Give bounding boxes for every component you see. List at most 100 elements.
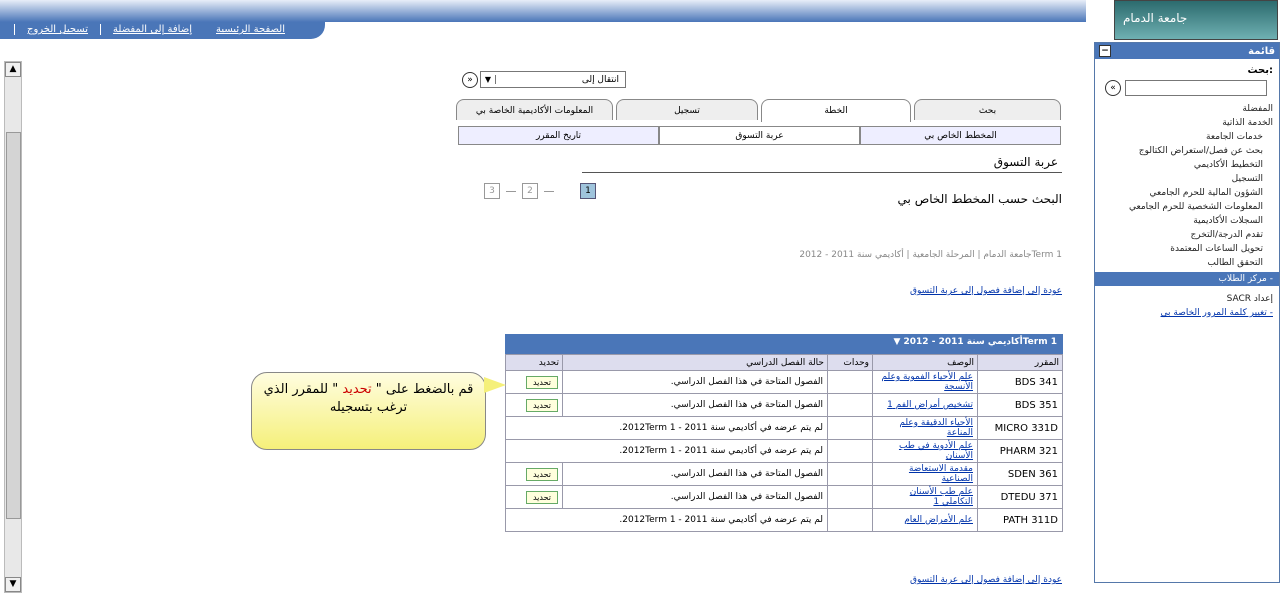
top-links: الصفحة الرئيسية إضافة إلى المفضلة تسجيل …	[14, 24, 297, 35]
status-cell: الفصول المتاحة في هذا الفصل الدراسي.	[562, 370, 828, 394]
units-cell	[827, 462, 873, 486]
tab-plan[interactable]: الخطة	[761, 99, 911, 122]
menu-item-transfer-credit[interactable]: تحويل الساعات المعتمدة	[1095, 242, 1279, 256]
subtab-shopping-cart[interactable]: عربة التسوق	[659, 126, 860, 144]
select-cell: تحديد	[505, 370, 563, 394]
page-title: عربة التسوق	[993, 155, 1058, 169]
course-code: SDEN 361	[977, 462, 1063, 486]
table-row: تحديد الفصول المتاحة في هذا الفصل الدراس…	[505, 393, 1063, 417]
course-description-link[interactable]: علم الأحياء الفموية وعلم الأنسجة	[872, 370, 978, 394]
menu-title: قائمة	[1248, 45, 1275, 57]
table-row: تحديد الفصول المتاحة في هذا الفصل الدراس…	[505, 462, 1063, 486]
back-link-top[interactable]: عودة إلى إضافة فصول إلى عربة التسوق	[910, 286, 1062, 296]
menu-header: قائمة −	[1095, 43, 1279, 59]
back-link-bottom[interactable]: عودة إلى إضافة فصول إلى عربة التسوق	[910, 575, 1062, 585]
add-favorites-link[interactable]: إضافة إلى المفضلة	[100, 24, 204, 35]
select-button[interactable]: تحديد	[525, 375, 558, 389]
menu-item-student-verification[interactable]: التحقق الطالب	[1095, 256, 1279, 270]
menu-item-enrollment[interactable]: التسجيل	[1095, 172, 1279, 186]
course-description-link[interactable]: علم الأمراض العام	[872, 508, 978, 532]
scroll-up-icon[interactable]: ▲	[5, 62, 21, 77]
table-row: تحديد الفصول المتاحة في هذا الفصل الدراس…	[505, 485, 1063, 509]
header-description: الوصف	[872, 354, 978, 371]
header-units: وحدات	[827, 354, 873, 371]
callout-pointer	[484, 377, 506, 393]
menu-item-self-service[interactable]: الخدمة الذاتية	[1095, 116, 1279, 130]
home-link[interactable]: الصفحة الرئيسية	[204, 24, 297, 35]
table-caption: ▼ أكاديمي سنة 2011 - 2012Term 1	[505, 334, 1063, 354]
side-menu: قائمة − بحث: « المفضلة الخدمة الذاتية خدم…	[1094, 42, 1280, 583]
top-banner	[0, 0, 1086, 22]
jump-select-value: انتقال إلى	[581, 74, 619, 85]
jump-select[interactable]: انتقال إلى ▼	[480, 71, 626, 88]
table-header-row: تحديد حالة الفصل الدراسي وحدات الوصف الم…	[505, 354, 1063, 371]
units-cell	[827, 416, 873, 440]
units-cell	[827, 485, 873, 509]
scroll-down-icon[interactable]: ▼	[5, 577, 21, 592]
course-description-link[interactable]: الأحياء الدقيقة وعلم المناعة	[872, 416, 978, 440]
callout-text-start: قم بالضغط على "	[371, 382, 474, 397]
subtab-my-planner[interactable]: المخطط الخاص بي	[860, 126, 1061, 144]
menu-item-campus-finances[interactable]: الشؤون المالية للحرم الجامعي	[1095, 186, 1279, 200]
scroll-thumb[interactable]	[6, 132, 21, 519]
header-select: تحديد	[505, 354, 563, 371]
menu-item-degree-progress[interactable]: تقدم الدرجة/التخرج	[1095, 228, 1279, 242]
status-cell: الفصول المتاحة في هذا الفصل الدراسي.	[562, 393, 828, 417]
course-description-link[interactable]: مقدمة الاستعاضة الصناعية	[872, 462, 978, 486]
menu-item-favorites[interactable]: المفضلة	[1095, 102, 1279, 116]
course-description-link[interactable]: علم الأدوية في طب الأسنان	[872, 439, 978, 463]
menu-item-sacr-setup[interactable]: إعداد SACR	[1095, 292, 1279, 306]
menu-item-academic-planning[interactable]: التخطيط الأكاديمي	[1095, 158, 1279, 172]
instruction-callout: قم بالضغط على " تحديد " للمقرر الذي ترغب…	[251, 372, 486, 450]
select-button[interactable]: تحديد	[525, 467, 558, 481]
collapse-icon[interactable]: −	[1099, 45, 1111, 57]
menu-search-label: بحث:	[1247, 65, 1273, 76]
menu-item-academic-records[interactable]: السجلات الأكاديمية	[1095, 214, 1279, 228]
vertical-scrollbar[interactable]: ▲ ▼	[4, 61, 22, 593]
table-row: تحديد الفصول المتاحة في هذا الفصل الدراس…	[505, 370, 1063, 394]
search-title: البحث حسب المخطط الخاص بي	[897, 192, 1062, 206]
menu-item-student-center[interactable]: - مركز الطلاب	[1095, 272, 1279, 286]
course-code: DTEDU 371	[977, 485, 1063, 509]
status-cell: الفصول المتاحة في هذا الفصل الدراسي.	[562, 462, 828, 486]
tab-search[interactable]: بحث	[914, 99, 1061, 120]
sub-tabs: المخطط الخاص بي عربة التسوق تاريخ المقرر	[458, 126, 1061, 145]
step-2: 2	[522, 183, 538, 199]
title-divider	[582, 172, 1062, 173]
units-cell	[827, 508, 873, 532]
courses-table: ▼ أكاديمي سنة 2011 - 2012Term 1 تحديد حا…	[505, 334, 1063, 532]
tab-my-academics[interactable]: المعلومات الأكاديمية الخاصة بي	[456, 99, 613, 120]
status-cell: الفصول المتاحة في هذا الفصل الدراسي.	[562, 485, 828, 509]
search-go-icon[interactable]: «	[1105, 80, 1121, 96]
menu-item-university-services[interactable]: خدمات الجامعة	[1095, 130, 1279, 144]
header-status: حالة الفصل الدراسي	[562, 354, 828, 371]
step-connector	[544, 190, 554, 192]
header-course: المقرر	[977, 354, 1063, 371]
table-row: لم يتم عرضه في أكاديمي سنة 2011 - 2012Te…	[505, 439, 1063, 463]
subtab-course-history[interactable]: تاريخ المقرر	[458, 126, 659, 144]
select-cell: تحديد	[505, 462, 563, 486]
callout-highlight: تحديد	[342, 382, 372, 397]
tab-enroll[interactable]: تسجيل	[616, 99, 758, 120]
chevron-down-icon: ▼	[481, 75, 496, 84]
menu-search-input[interactable]	[1125, 80, 1267, 96]
menu-item-class-search[interactable]: بحث عن فصل/استعراض الكتالوج	[1095, 144, 1279, 158]
menu-item-change-password[interactable]: - تغيير كلمة المرور الخاصة بي	[1095, 306, 1279, 320]
university-logo: جامعة الدمام	[1114, 0, 1278, 40]
step-pager: 3 2 1	[484, 183, 596, 199]
menu-item-personal-info[interactable]: المعلومات الشخصية للحرم الجامعي	[1095, 200, 1279, 214]
units-cell	[827, 370, 873, 394]
course-code: BDS 341	[977, 370, 1063, 394]
course-description-link[interactable]: علم طب الأسنان التكاملي 1	[872, 485, 978, 509]
select-button[interactable]: تحديد	[525, 490, 558, 504]
jump-to-bar: » انتقال إلى ▼	[462, 71, 626, 88]
main-tabs: بحث الخطة تسجيل المعلومات الأكاديمية الخ…	[456, 99, 1061, 122]
breadcrumb: جامعة الدمام | المرحلة الجامعية | أكاديم…	[799, 250, 1062, 260]
step-3: 3	[484, 183, 500, 199]
status-cell: لم يتم عرضه في أكاديمي سنة 2011 - 2012Te…	[505, 439, 828, 463]
select-button[interactable]: تحديد	[525, 398, 558, 412]
go-icon[interactable]: »	[462, 71, 478, 88]
logout-link[interactable]: تسجيل الخروج	[14, 24, 100, 35]
course-description-link[interactable]: تشخيص أمراض الفم 1	[872, 393, 978, 417]
units-cell	[827, 439, 873, 463]
